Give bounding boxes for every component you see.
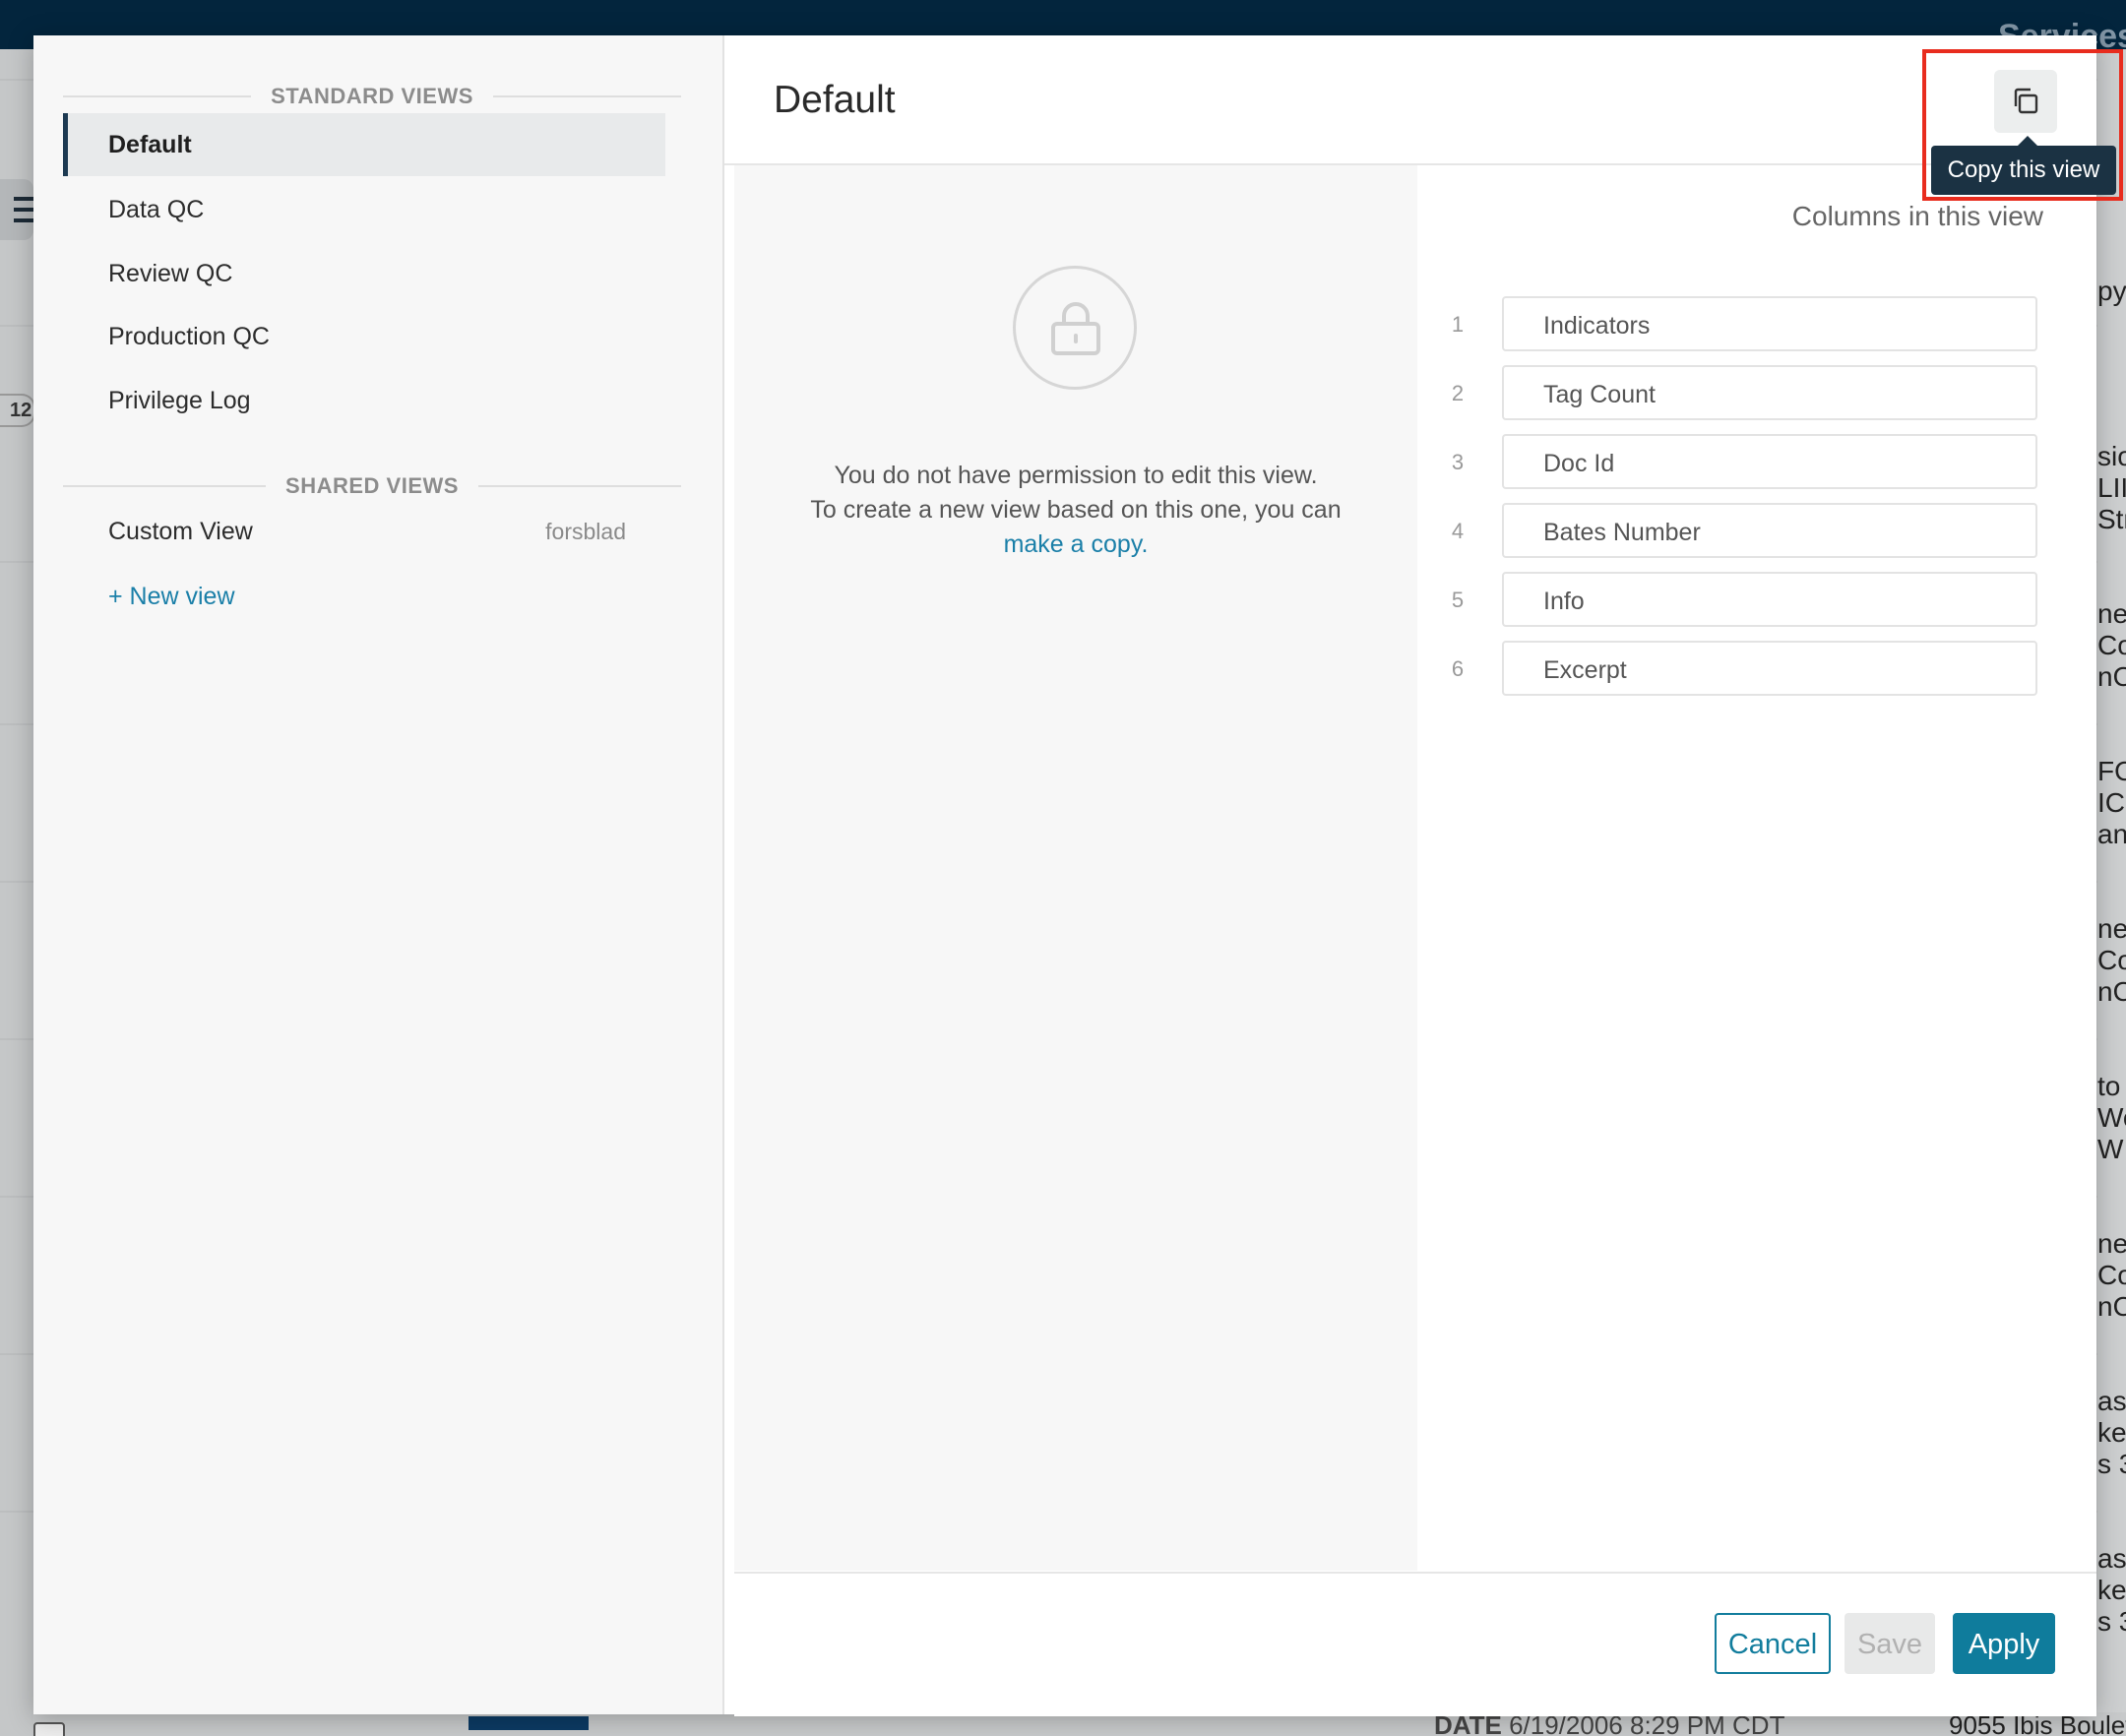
view-item-review-qc[interactable]: Review QC bbox=[63, 242, 665, 305]
modal-footer: Cancel Save Apply bbox=[734, 1572, 2096, 1716]
view-item-label: Data QC bbox=[108, 196, 205, 223]
view-title: Default bbox=[774, 79, 896, 121]
bg-text-fragment: to bbox=[2097, 1071, 2121, 1101]
column-number: 2 bbox=[1451, 381, 1465, 405]
standard-views-title: STANDARD VIEWS bbox=[251, 84, 493, 108]
column-item: Bates Number bbox=[1502, 503, 2037, 558]
column-item: Doc Id bbox=[1502, 434, 2037, 489]
view-item-label: Review QC bbox=[108, 260, 233, 287]
bg-text-fragment: Co bbox=[2097, 945, 2126, 975]
bg-text-fragment: astr bbox=[2097, 1543, 2126, 1574]
view-item-default[interactable]: Default bbox=[63, 113, 665, 176]
standard-views-header: STANDARD VIEWS bbox=[63, 83, 681, 110]
column-row: 5 Info bbox=[1417, 572, 2096, 629]
column-item: Info bbox=[1502, 572, 2037, 627]
apply-button[interactable]: Apply bbox=[1953, 1613, 2055, 1674]
shared-views-title: SHARED VIEWS bbox=[266, 473, 478, 498]
view-item-label: Default bbox=[108, 131, 192, 158]
columns-title: Columns in this view bbox=[1791, 201, 2043, 231]
bg-text-fragment: astr bbox=[2097, 1386, 2126, 1416]
bg-text-fragment: FOR bbox=[2097, 756, 2126, 786]
column-row: 6 Excerpt bbox=[1417, 641, 2096, 698]
column-row: 3 Doc Id bbox=[1417, 434, 2096, 491]
bg-text-fragment: ked bbox=[2097, 1417, 2126, 1448]
list-view-icon[interactable] bbox=[0, 179, 33, 240]
save-button[interactable]: Save bbox=[1845, 1613, 1935, 1674]
view-manager-modal: STANDARD VIEWS Default Data QC Review QC… bbox=[33, 35, 2096, 1716]
column-item: Tag Count bbox=[1502, 365, 2037, 420]
make-copy-link[interactable]: make a copy. bbox=[1004, 530, 1149, 558]
column-number: 5 bbox=[1451, 588, 1465, 612]
permission-panel: You do not have permission to edit this … bbox=[734, 165, 1419, 1571]
bg-text-fragment: nOr bbox=[2097, 976, 2126, 1007]
bg-text-fragment: W bbox=[2097, 1134, 2124, 1164]
column-number: 3 bbox=[1451, 450, 1465, 474]
bg-text-fragment: s 3 bbox=[2097, 1606, 2126, 1637]
view-item-label: Custom View bbox=[108, 518, 253, 545]
background-right-strip: py: sio LIIN Stre ner Co nOr FOR ICK and… bbox=[2097, 49, 2126, 1736]
bg-text-fragment: Wo bbox=[2097, 1102, 2126, 1133]
doc-count-badge: 12 bbox=[0, 394, 35, 427]
view-item-production-qc[interactable]: Production QC bbox=[63, 305, 665, 368]
column-item: Excerpt bbox=[1502, 641, 2037, 696]
bg-text-fragment: nOr bbox=[2097, 1291, 2126, 1322]
column-row: 1 Indicators bbox=[1417, 296, 2096, 353]
column-number: 4 bbox=[1451, 519, 1465, 543]
view-owner: forsblad bbox=[545, 519, 626, 544]
permission-line-2: To create a new view based on this one, … bbox=[810, 496, 1342, 524]
new-view-link[interactable]: + New view bbox=[108, 583, 235, 611]
column-number: 1 bbox=[1451, 312, 1465, 337]
view-item-data-qc[interactable]: Data QC bbox=[63, 178, 665, 241]
bg-text-fragment: and bbox=[2097, 819, 2126, 849]
bg-text-fragment: ked bbox=[2097, 1575, 2126, 1605]
bg-text-fragment: LIIN bbox=[2097, 472, 2126, 503]
bg-text-fragment: sio bbox=[2097, 441, 2126, 471]
shared-views-header: SHARED VIEWS bbox=[63, 472, 681, 500]
bg-text-fragment: Co bbox=[2097, 630, 2126, 660]
bg-blue-bar bbox=[469, 1716, 589, 1730]
column-row: 4 Bates Number bbox=[1417, 503, 2096, 560]
view-item-privilege-log[interactable]: Privilege Log bbox=[63, 369, 665, 432]
bg-text-fragment: Co bbox=[2097, 1260, 2126, 1290]
permission-message: You do not have permission to edit this … bbox=[734, 459, 1417, 562]
cancel-button[interactable]: Cancel bbox=[1715, 1613, 1831, 1674]
column-row: 2 Tag Count bbox=[1417, 365, 2096, 422]
bg-text-fragment: ner bbox=[2097, 1228, 2126, 1259]
view-item-label: Privilege Log bbox=[108, 387, 251, 414]
permission-line-1: You do not have permission to edit this … bbox=[834, 462, 1318, 489]
column-item: Indicators bbox=[1502, 296, 2037, 351]
columns-panel: Columns in this view 1 Indicators 2 Tag … bbox=[1417, 165, 2096, 1571]
view-header: Default bbox=[724, 35, 2096, 165]
bg-text-fragment: ner bbox=[2097, 913, 2126, 944]
bg-text-fragment: nOr bbox=[2097, 661, 2126, 692]
background-left-strip: 12 bbox=[0, 49, 35, 1736]
bg-text-fragment: Stre bbox=[2097, 504, 2126, 534]
annotation-highlight-box bbox=[1922, 49, 2123, 201]
row-checkbox[interactable] bbox=[33, 1722, 65, 1736]
views-sidebar: STANDARD VIEWS Default Data QC Review QC… bbox=[33, 35, 724, 1714]
view-item-label: Production QC bbox=[108, 323, 270, 350]
lock-icon bbox=[1013, 266, 1137, 390]
bg-text-fragment: ner bbox=[2097, 598, 2126, 629]
bg-text-fragment: py: bbox=[2097, 276, 2126, 306]
bg-text-fragment: s 3 bbox=[2097, 1449, 2126, 1479]
bg-text-fragment: ICK bbox=[2097, 787, 2126, 818]
view-item-custom-view[interactable]: Custom View forsblad bbox=[63, 500, 665, 563]
column-number: 6 bbox=[1451, 656, 1465, 681]
